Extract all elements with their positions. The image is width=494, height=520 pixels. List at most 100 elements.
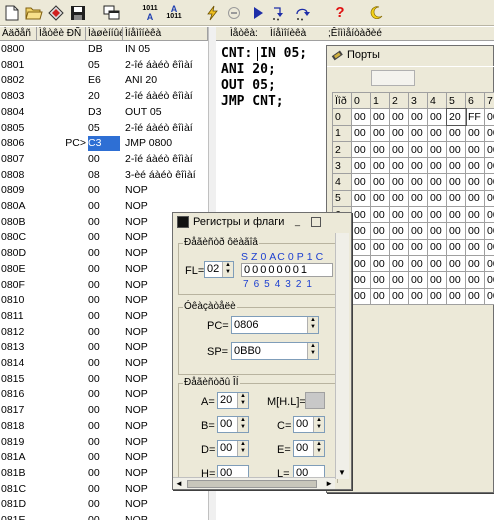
port-cell[interactable]: 00: [484, 173, 494, 191]
scroll-thumb[interactable]: [187, 480, 317, 488]
h-field[interactable]: 00: [217, 465, 249, 477]
listing-row[interactable]: 0800 DB IN 05: [0, 42, 208, 58]
port-cell[interactable]: 00: [389, 124, 409, 142]
port-cell[interactable]: 00: [351, 108, 371, 126]
port-cell[interactable]: 00: [351, 206, 371, 224]
port-cell[interactable]: 00: [351, 238, 371, 256]
port-cell[interactable]: 00: [427, 173, 447, 191]
port-cell[interactable]: 00: [465, 157, 485, 175]
registers-titlebar[interactable]: Регистры и флаги _: [173, 213, 351, 231]
port-cell[interactable]: 00: [427, 189, 447, 208]
port-cell[interactable]: 00: [370, 222, 390, 240]
listing-row[interactable]: 081D 00 NOP: [0, 497, 208, 513]
port-cell[interactable]: 00: [484, 189, 494, 208]
moon-icon[interactable]: [366, 3, 386, 23]
b-field[interactable]: 00 ▲ ▼: [217, 416, 249, 433]
port-cell[interactable]: 00: [389, 271, 409, 289]
listing-row[interactable]: 081E 00 NOP: [0, 513, 208, 520]
port-cell[interactable]: 00: [465, 287, 485, 305]
column-header-labels[interactable]: Ìåòêè ÐÑ: [37, 27, 86, 41]
listing-row[interactable]: 0802 E6 ANI 20: [0, 73, 208, 89]
port-cell[interactable]: 00: [427, 206, 447, 224]
port-cell[interactable]: 00: [484, 254, 494, 273]
listing-row[interactable]: 0805 05 2-îé áàéò êîìàí: [0, 121, 208, 137]
fl-field[interactable]: 02 ▲ ▼: [204, 261, 234, 278]
port-cell[interactable]: 00: [427, 108, 447, 126]
l-field[interactable]: 00: [293, 465, 325, 477]
fl-spinner[interactable]: ▲ ▼: [222, 262, 233, 277]
c-field[interactable]: 00 ▲ ▼: [293, 416, 325, 433]
port-cell[interactable]: 20: [445, 107, 467, 127]
port-cell[interactable]: 00: [370, 124, 390, 142]
ports-tab[interactable]: [371, 70, 415, 86]
port-cell[interactable]: 00: [427, 238, 447, 256]
listing-row[interactable]: 0804 D3 OUT 05: [0, 105, 208, 121]
e-spinner[interactable]: ▲ ▼: [313, 441, 324, 456]
port-cell[interactable]: 00: [389, 222, 409, 240]
pc-field[interactable]: 0806 ▲ ▼: [231, 316, 319, 334]
port-cell[interactable]: 00: [370, 271, 390, 289]
port-cell[interactable]: 00: [389, 254, 409, 273]
port-cell[interactable]: 00: [465, 254, 485, 273]
port-cell[interactable]: 00: [446, 238, 466, 256]
port-cell[interactable]: 00: [446, 287, 466, 305]
port-cell[interactable]: 00: [408, 222, 428, 240]
column-header-address[interactable]: Àäðåñ: [0, 27, 37, 41]
port-cell[interactable]: 00: [370, 140, 390, 159]
port-cell[interactable]: 00: [427, 254, 447, 273]
port-cell[interactable]: 00: [389, 287, 409, 305]
run-icon[interactable]: [248, 3, 268, 23]
listing-row[interactable]: 0807 00 2-îé áàéò êîìàí: [0, 152, 208, 168]
a-spinner[interactable]: ▲ ▼: [237, 393, 248, 408]
port-cell[interactable]: 00: [484, 222, 494, 240]
port-cell[interactable]: 00: [408, 189, 428, 208]
port-cell[interactable]: 00: [408, 124, 428, 142]
port-cell[interactable]: 00: [484, 157, 494, 175]
port-cell[interactable]: 00: [351, 189, 371, 208]
port-cell[interactable]: 00: [370, 189, 390, 208]
stop-icon[interactable]: [224, 3, 244, 23]
port-cell[interactable]: 00: [351, 140, 371, 159]
pc-spinner[interactable]: ▲ ▼: [307, 317, 318, 333]
listing-row[interactable]: 0806 PC> C3 JMP 0800: [0, 136, 208, 152]
port-cell[interactable]: 00: [484, 238, 494, 256]
port-cell[interactable]: 00: [465, 124, 485, 142]
port-cell[interactable]: 00: [484, 140, 494, 159]
port-cell[interactable]: 00: [484, 206, 494, 224]
column-header-mnemonic[interactable]: Ìíåìîíèêà: [123, 27, 208, 41]
listing-row[interactable]: 0808 08 3-èé áàéò êîìàí: [0, 168, 208, 184]
port-cell[interactable]: 00: [446, 222, 466, 240]
port-cell[interactable]: 00: [370, 173, 390, 191]
scroll-down-icon[interactable]: ▼: [338, 468, 346, 477]
port-cell[interactable]: 00: [408, 287, 428, 305]
port-cell[interactable]: 00: [446, 206, 466, 224]
new-file-icon[interactable]: [2, 3, 22, 23]
port-cell[interactable]: 00: [370, 254, 390, 273]
port-cell[interactable]: 00: [446, 173, 466, 191]
port-cell[interactable]: 00: [389, 206, 409, 224]
e-field[interactable]: 00 ▲ ▼: [293, 440, 325, 457]
port-cell[interactable]: 00: [408, 108, 428, 126]
compile-icon[interactable]: [202, 3, 222, 23]
port-cell[interactable]: 00: [370, 238, 390, 256]
port-cell[interactable]: FF: [465, 108, 485, 126]
port-cell[interactable]: 00: [389, 140, 409, 159]
code-editor[interactable]: CNT: IN 05; ANI 20; OUT 05; JMP CNT;: [216, 42, 326, 142]
maximize-icon[interactable]: [311, 217, 321, 227]
port-cell[interactable]: 00: [465, 222, 485, 240]
port-cell[interactable]: 00: [446, 254, 466, 273]
help-icon[interactable]: ?: [330, 3, 350, 23]
port-cell[interactable]: 00: [465, 271, 485, 289]
bookmark-icon[interactable]: [46, 3, 66, 23]
assemble-icon[interactable]: 1011 A: [140, 3, 160, 23]
port-cell[interactable]: 00: [408, 254, 428, 273]
port-cell[interactable]: 00: [427, 124, 447, 142]
port-cell[interactable]: 00: [351, 254, 371, 273]
step-over-icon[interactable]: [292, 3, 312, 23]
c-spinner[interactable]: ▲ ▼: [313, 417, 324, 432]
minimize-icon[interactable]: _: [295, 217, 305, 227]
open-folder-icon[interactable]: [24, 3, 44, 23]
registers-hscrollbar[interactable]: ◄ ►: [173, 477, 335, 489]
port-cell[interactable]: 00: [351, 173, 371, 191]
sp-spinner[interactable]: ▲ ▼: [307, 343, 318, 359]
